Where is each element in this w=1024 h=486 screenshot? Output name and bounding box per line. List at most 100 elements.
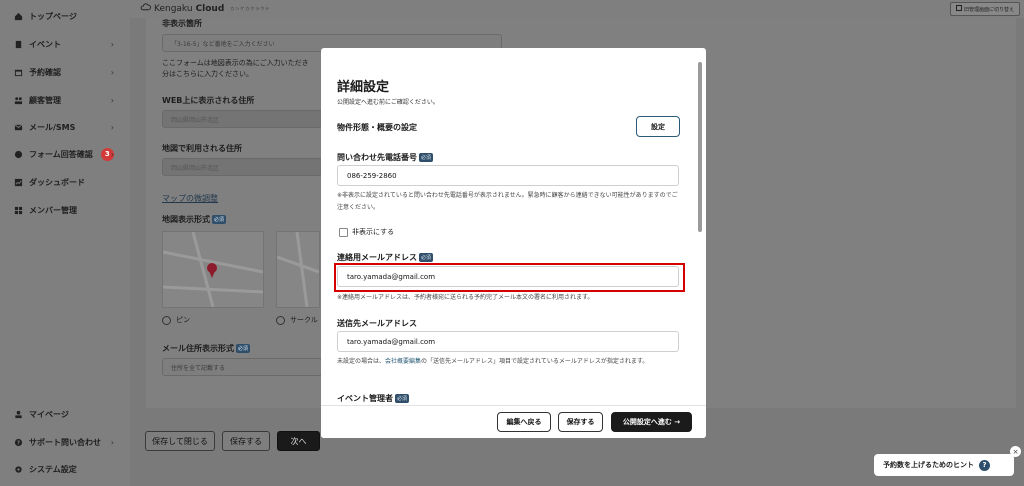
- save-button[interactable]: 保存する: [222, 431, 270, 451]
- switch-legacy-admin-button[interactable]: 旧管理画面に切り替え: [949, 2, 1020, 16]
- person-icon: [14, 410, 23, 419]
- sidebar-item-form-answers[interactable]: フォーム回答確認 3 ›: [14, 145, 126, 163]
- svg-text:?: ?: [17, 440, 20, 446]
- logo-text: Kengaku: [154, 3, 193, 14]
- logo-tagline: カンゲカクラウド: [230, 5, 271, 11]
- calendar-icon: [14, 68, 23, 77]
- modal-footer: 編集へ戻る 保存する 公開設定へ進む →: [321, 405, 706, 438]
- event-manager-label-text: イベント管理者: [337, 394, 393, 403]
- chevron-right-icon: ›: [110, 39, 114, 49]
- radio-pin-label: ピン: [176, 316, 190, 324]
- mail-address-format-label: メール住所表示形式 必須: [162, 343, 251, 354]
- required-badge: 必須: [419, 153, 434, 162]
- destination-note-suffix: の「送信先メールアドレス」項目で設定されているメールアドレスが指定されます。: [421, 358, 649, 365]
- gear-icon: [14, 465, 23, 474]
- sidebar-item-label: サポート問い合わせ: [29, 437, 101, 447]
- property-section-label: 物件形態・概要の設定: [337, 123, 417, 132]
- chart-icon: [14, 178, 23, 187]
- mail-address-format-select[interactable]: 住所を全て記載する: [162, 358, 322, 376]
- sidebar-item-label: 顧客管理: [29, 95, 61, 105]
- proceed-to-publish-button[interactable]: 公開設定へ進む →: [611, 412, 692, 432]
- sidebar-item-label: メンバー管理: [29, 205, 77, 215]
- hint-widget[interactable]: 予約数を上げるためのヒント ?: [874, 454, 1014, 476]
- map-adjust-link[interactable]: マップの微調整: [162, 193, 218, 204]
- sidebar-item-customers[interactable]: 顧客管理 ›: [14, 91, 126, 109]
- map-preview-circle[interactable]: [276, 231, 320, 308]
- modal-body[interactable]: 詳細設定 公開設定へ進む前にご確認ください。 物件形態・概要の設定 設定 問い合…: [321, 48, 693, 406]
- sidebar-item-label: 予約確認: [29, 67, 61, 77]
- sidebar-item-label: トップページ: [29, 11, 77, 21]
- sidebar-item-system-settings[interactable]: システム設定: [14, 460, 126, 478]
- modal-save-button[interactable]: 保存する: [558, 412, 603, 432]
- scrollbar-thumb[interactable]: [698, 62, 702, 232]
- destination-email-label: 送信先メールアドレス: [337, 319, 417, 328]
- required-badge: 必須: [395, 394, 410, 403]
- highlight-box: [334, 263, 685, 292]
- property-settings-button[interactable]: 設定: [636, 116, 680, 137]
- sidebar-item-support[interactable]: ? サポート問い合わせ ›: [14, 433, 126, 451]
- cloud-icon: [140, 3, 151, 14]
- question-icon: ?: [979, 459, 990, 471]
- next-button[interactable]: 次へ: [277, 431, 320, 451]
- radio-circle-label: サークル: [290, 316, 318, 324]
- modal-scrollbar[interactable]: [698, 56, 703, 438]
- radio-pin[interactable]: [162, 316, 171, 325]
- destination-note-prefix: 未設定の場合は、: [337, 358, 386, 365]
- modal-subtitle: 公開設定へ進む前にご確認ください。: [337, 99, 439, 106]
- phone-input[interactable]: 086-259-2860: [337, 165, 679, 186]
- radio-circle[interactable]: [276, 316, 285, 325]
- map-address-label: 地図で利用される住所: [162, 144, 242, 153]
- contact-email-note: ※連絡用メールアドレスは、予約者様宛に送られる予約完了メール本文の署名に利用され…: [337, 294, 594, 301]
- hide-phone-checkbox[interactable]: [339, 228, 348, 237]
- logo-text-bold: Cloud: [195, 3, 225, 14]
- mail-icon: [14, 123, 23, 132]
- sidebar-item-top[interactable]: トップページ: [14, 7, 126, 25]
- back-to-edit-button[interactable]: 編集へ戻る: [497, 412, 551, 432]
- sidebar-item-label: メール/SMS: [29, 122, 76, 132]
- chat-icon: [14, 150, 23, 159]
- document-icon: [14, 40, 23, 49]
- help-icon: ?: [14, 438, 23, 447]
- hide-phone-checkbox-label: 非表示にする: [352, 228, 395, 236]
- sidebar-item-label: システム設定: [29, 464, 77, 474]
- sidebar-item-label: イベント: [29, 39, 61, 49]
- switch-icon: [955, 5, 962, 13]
- map-style-label: 地図表示形式 必須: [162, 214, 227, 225]
- switch-label: 旧管理画面に切り替え: [963, 6, 1014, 13]
- event-manager-label: イベント管理者 必須: [337, 393, 410, 404]
- hidden-address-note-1: ここフォームは地図表示の為にご入力いただき: [162, 59, 309, 67]
- sidebar-item-dashboard[interactable]: ダッシュボード: [14, 173, 126, 191]
- modal-title: 詳細設定: [337, 80, 390, 95]
- grid-icon: [14, 206, 23, 215]
- company-profile-link[interactable]: 会社概要編集: [385, 358, 421, 365]
- required-badge: 必須: [212, 215, 227, 224]
- save-and-close-button[interactable]: 保存して閉じる: [145, 431, 215, 451]
- contact-email-label-text: 連絡用メールアドレス: [337, 253, 417, 262]
- sidebar-item-mypage[interactable]: マイページ: [14, 405, 126, 423]
- chevron-right-icon: ›: [110, 122, 114, 132]
- hidden-address-note-2: 分はこちらに入力ください。: [162, 70, 253, 78]
- map-preview-pin[interactable]: [162, 231, 264, 308]
- phone-label-text: 問い合わせ先電話番号: [337, 153, 417, 162]
- app-logo[interactable]: Kengaku Cloud カンゲカクラウド: [140, 3, 270, 14]
- mail-address-format-label-text: メール住所表示形式: [162, 344, 234, 353]
- sidebar-item-members[interactable]: メンバー管理: [14, 201, 126, 219]
- required-badge: 必須: [236, 344, 251, 353]
- sidebar-item-mail[interactable]: メール/SMS ›: [14, 118, 126, 136]
- destination-email-input[interactable]: taro.yamada@gmail.com: [337, 331, 679, 352]
- phone-label: 問い合わせ先電話番号 必須: [337, 152, 434, 163]
- required-badge: 必須: [419, 253, 434, 262]
- phone-note: ※非表示に設定されていると問い合わせ先電話番号が表示されません。緊急時に顧客から…: [337, 192, 678, 211]
- map-style-label-text: 地図表示形式: [162, 215, 210, 224]
- sidebar-item-reservation[interactable]: 予約確認 ›: [14, 63, 126, 81]
- close-icon[interactable]: ×: [1010, 446, 1021, 457]
- hint-label: 予約数を上げるためのヒント: [883, 461, 974, 469]
- destination-email-note: 未設定の場合は、会社概要編集の「送信先メールアドレス」項目で設定されているメール…: [337, 356, 682, 368]
- sidebar-item-label: フォーム回答確認: [29, 149, 93, 159]
- chevron-right-icon: ›: [110, 437, 114, 447]
- sidebar-item-label: ダッシュボード: [29, 177, 85, 187]
- detail-settings-modal: 詳細設定 公開設定へ進む前にご確認ください。 物件形態・概要の設定 設定 問い合…: [321, 48, 706, 438]
- sidebar-item-event[interactable]: イベント ›: [14, 35, 126, 53]
- chevron-right-icon: ›: [110, 149, 114, 159]
- web-address-label: WEB上に表示される住所: [162, 96, 255, 105]
